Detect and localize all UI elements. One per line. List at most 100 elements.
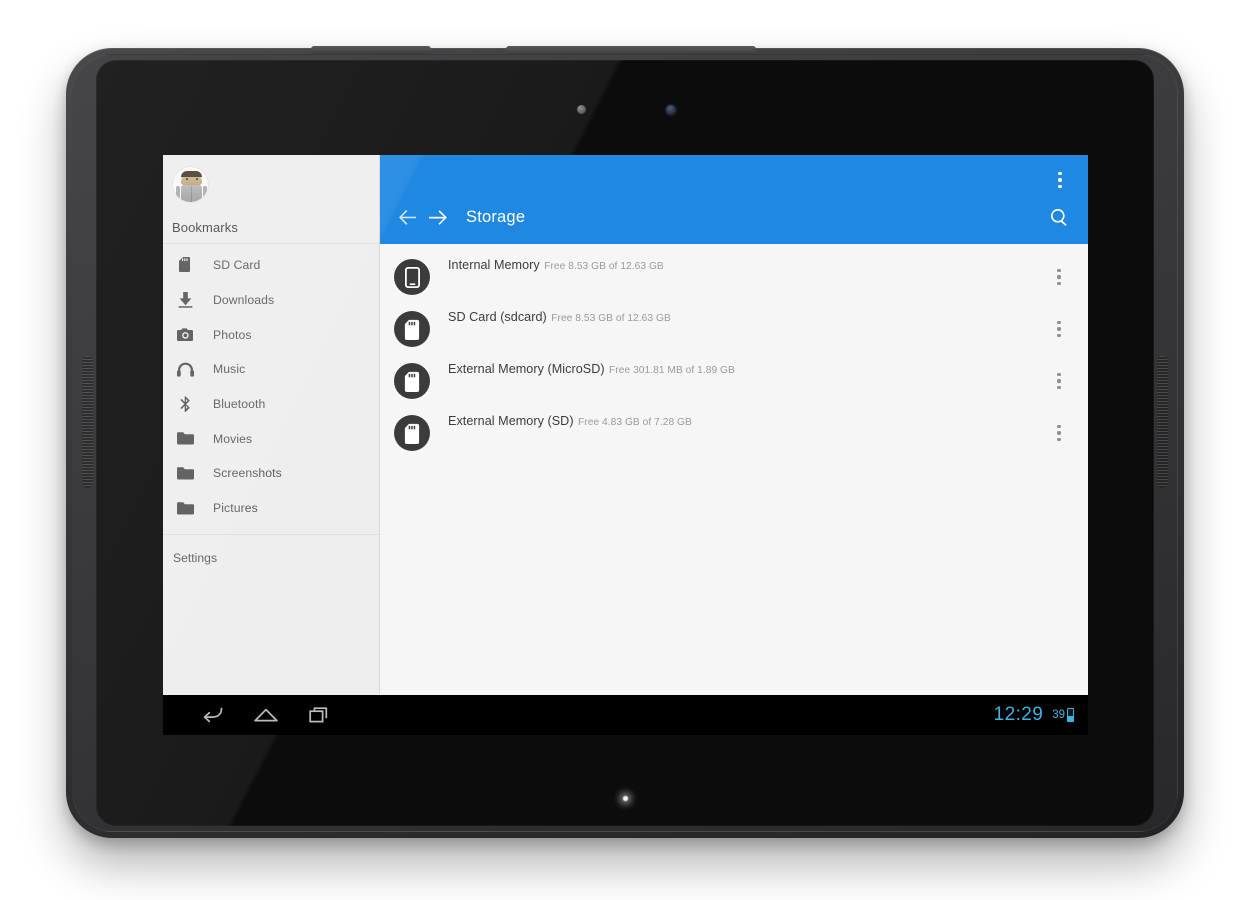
overflow-dot — [1057, 385, 1061, 390]
sidebar-item-label: Screenshots — [213, 466, 282, 481]
overflow-dot — [1057, 379, 1061, 383]
storage-subtitle: Free 8.53 GB of 12.63 GB — [551, 313, 671, 324]
sidebar-item-label: Pictures — [213, 501, 258, 516]
screenshot-stage: Bookmarks SD Card Downloads Photos Music… — [0, 0, 1248, 900]
avatar-hair — [181, 171, 202, 177]
drawer-item-list: SD Card Downloads Photos Music Bluetooth… — [163, 244, 379, 526]
sidebar-item-movies[interactable]: Movies — [163, 421, 379, 456]
system-navigation-bar: 12:29 39 — [163, 695, 1088, 735]
avatar[interactable] — [172, 166, 209, 203]
app-bar: Storage — [380, 155, 1088, 244]
battery-level-fill — [1068, 716, 1073, 721]
sidebar-item-music[interactable]: Music — [163, 352, 379, 387]
top-edge-nub-left — [311, 46, 431, 54]
storage-title: External Memory (SD) — [448, 414, 574, 428]
overflow-dot — [1057, 275, 1061, 279]
battery-icon — [1067, 708, 1074, 722]
sidebar-item-label: Music — [213, 362, 246, 377]
overflow-menu-icon[interactable] — [1046, 411, 1072, 455]
overflow-dot — [1057, 424, 1061, 429]
drawer-header: Bookmarks — [163, 155, 379, 244]
overflow-dot — [1057, 372, 1061, 377]
content-area: Storage Internal Memory Free 8.53 GB of … — [380, 155, 1088, 695]
system-home-icon[interactable] — [239, 695, 293, 735]
speaker-grille-left — [82, 356, 93, 488]
sidebar-item-label: SD Card — [213, 258, 261, 273]
screen-body: Bookmarks SD Card Downloads Photos Music… — [163, 155, 1088, 695]
headphones-icon — [173, 362, 197, 377]
storage-title: External Memory (MicroSD) — [448, 362, 605, 376]
sd-card-icon — [394, 415, 430, 451]
storage-row-main: External Memory (MicroSD) Free 301.81 MB… — [430, 356, 1046, 378]
storage-row-main: SD Card (sdcard) Free 8.53 GB of 12.63 G… — [430, 304, 1046, 326]
avatar-eye-right — [196, 178, 198, 180]
avatar-eye-left — [186, 178, 188, 180]
avatar-arm-right — [203, 186, 207, 200]
speaker-grille-right — [1157, 356, 1168, 488]
storage-row-internal-memory[interactable]: Internal Memory Free 8.53 GB of 12.63 GB — [380, 248, 1088, 300]
status-clock[interactable]: 12:29 — [994, 704, 1044, 726]
overflow-menu-icon[interactable] — [1046, 359, 1072, 403]
avatar-body-split — [191, 186, 192, 202]
overflow-dot — [1057, 431, 1061, 435]
storage-list: Internal Memory Free 8.53 GB of 12.63 GB — [380, 244, 1088, 456]
proximity-sensor-icon — [577, 105, 586, 114]
page-title: Storage — [466, 207, 526, 226]
sidebar-item-pictures[interactable]: Pictures — [163, 491, 379, 526]
camera-icon — [173, 328, 197, 342]
folder-icon — [173, 432, 197, 445]
storage-subtitle: Free 8.53 GB of 12.63 GB — [544, 261, 664, 272]
storage-row-external-microsd[interactable]: External Memory (MicroSD) Free 301.81 MB… — [380, 352, 1088, 404]
storage-row-main: Internal Memory Free 8.53 GB of 12.63 GB — [430, 252, 1046, 274]
bluetooth-icon — [173, 395, 197, 413]
overflow-menu-icon[interactable] — [1046, 255, 1072, 299]
sidebar-item-label: Movies — [213, 431, 253, 446]
overflow-menu-icon[interactable] — [1046, 307, 1072, 351]
top-edge-nub-right — [506, 46, 756, 54]
notification-led-icon — [622, 795, 629, 802]
status-battery[interactable]: 39 — [1052, 708, 1074, 722]
sidebar-item-settings[interactable]: Settings — [163, 535, 379, 581]
sidebar-item-label: Photos — [213, 327, 252, 342]
sidebar-item-sd-card[interactable]: SD Card — [163, 248, 379, 283]
download-icon — [173, 292, 197, 308]
app-bar-row: Storage — [380, 190, 1088, 244]
overflow-dot — [1057, 333, 1061, 338]
drawer-title: Bookmarks — [172, 220, 238, 235]
avatar-arm-left — [176, 186, 180, 200]
system-recents-icon[interactable] — [293, 695, 347, 735]
navigation-drawer: Bookmarks SD Card Downloads Photos Music… — [163, 155, 380, 695]
overflow-dot — [1057, 327, 1061, 331]
overflow-dot — [1058, 171, 1062, 176]
sidebar-item-screenshots[interactable]: Screenshots — [163, 456, 379, 491]
overflow-dot — [1057, 437, 1061, 442]
sd-card-icon — [394, 311, 430, 347]
arrow-left-icon[interactable] — [392, 202, 422, 232]
front-camera-icon — [666, 105, 676, 115]
storage-title: SD Card (sdcard) — [448, 310, 547, 324]
sidebar-item-downloads[interactable]: Downloads — [163, 283, 379, 318]
system-back-icon[interactable] — [185, 695, 239, 735]
storage-title: Internal Memory — [448, 258, 540, 272]
sd-card-icon — [394, 363, 430, 399]
phone-icon — [394, 259, 430, 295]
sidebar-item-label: Settings — [173, 550, 218, 565]
arrow-right-icon[interactable] — [422, 202, 452, 232]
sd-card-icon — [173, 257, 197, 273]
storage-row-sd-card[interactable]: SD Card (sdcard) Free 8.53 GB of 12.63 G… — [380, 300, 1088, 352]
search-icon[interactable] — [1044, 202, 1074, 232]
storage-subtitle: Free 301.81 MB of 1.89 GB — [609, 365, 735, 376]
storage-subtitle: Free 4.83 GB of 7.28 GB — [578, 417, 692, 428]
folder-icon — [173, 501, 197, 515]
sidebar-item-photos[interactable]: Photos — [163, 317, 379, 352]
sidebar-item-label: Downloads — [213, 293, 275, 308]
battery-percent-label: 39 — [1052, 709, 1065, 721]
overflow-dot — [1057, 281, 1061, 286]
folder-icon — [173, 467, 197, 480]
storage-row-external-sd[interactable]: External Memory (SD) Free 4.83 GB of 7.2… — [380, 404, 1088, 456]
storage-row-main: External Memory (SD) Free 4.83 GB of 7.2… — [430, 408, 1046, 430]
sidebar-item-bluetooth[interactable]: Bluetooth — [163, 387, 379, 422]
overflow-dot — [1058, 178, 1062, 182]
overflow-dot — [1058, 184, 1062, 189]
sidebar-item-label: Bluetooth — [213, 397, 266, 412]
